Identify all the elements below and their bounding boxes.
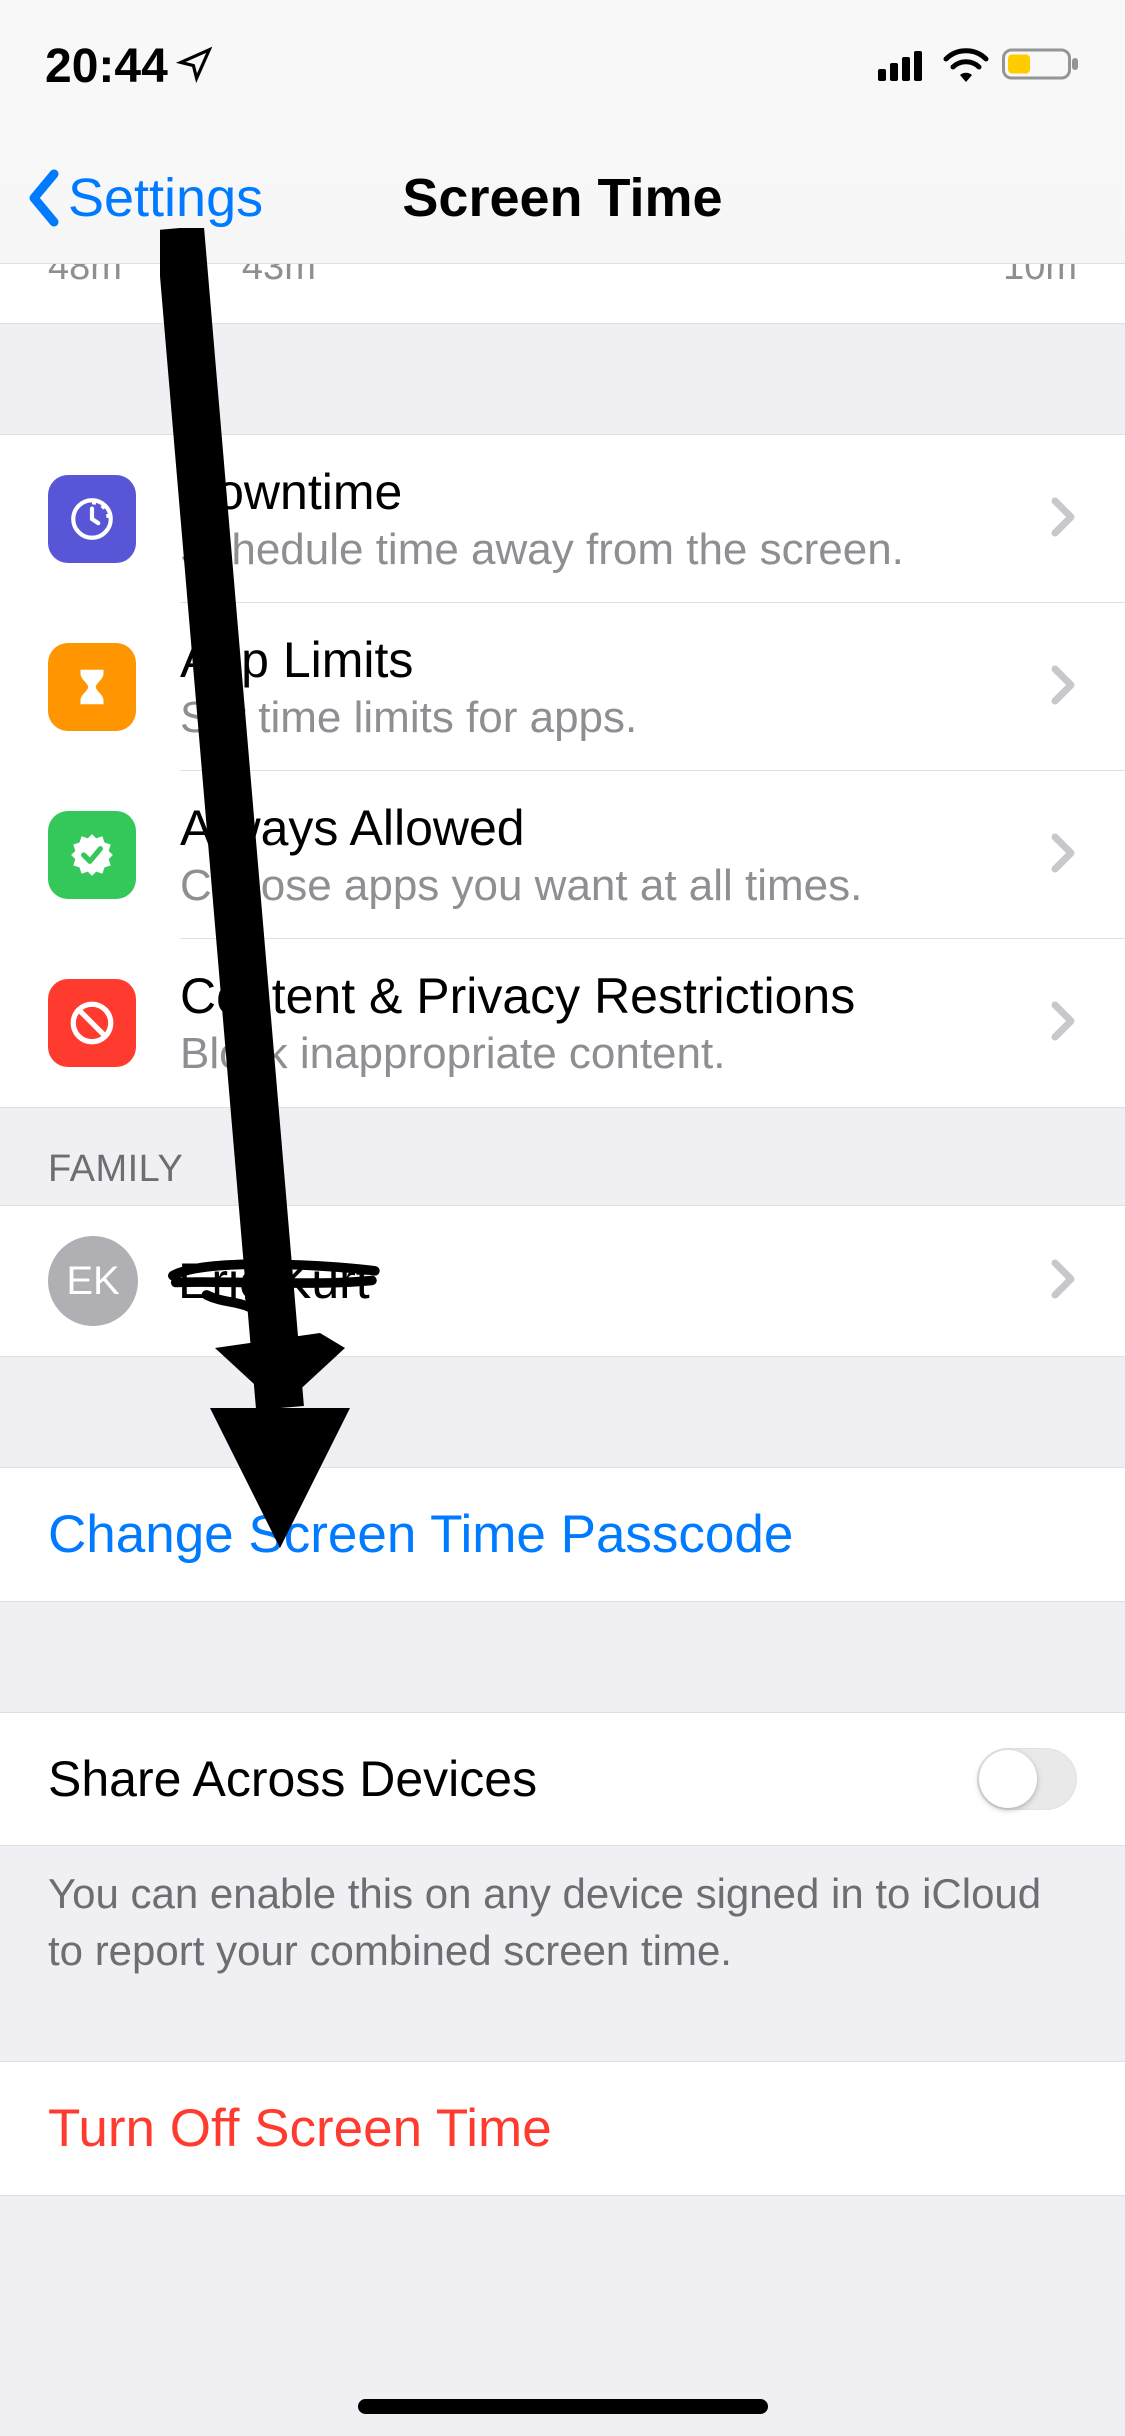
family-member-name-text: Eric Kurt <box>178 1253 370 1309</box>
turn-off-button[interactable]: Turn Off Screen Time <box>0 2061 1125 2196</box>
change-passcode-button[interactable]: Change Screen Time Passcode <box>0 1467 1125 1602</box>
status-time: 20:44 <box>45 39 168 94</box>
row-share-devices[interactable]: Share Across Devices <box>0 1713 1125 1845</box>
nav-bar: Settings Screen Time <box>0 132 1125 264</box>
toggle-knob <box>979 1750 1037 1808</box>
chevron-right-icon <box>1049 999 1077 1048</box>
share-title: Share Across Devices <box>48 1750 977 1808</box>
usage-val-2: 43m <box>242 264 316 289</box>
no-entry-icon <box>48 979 136 1067</box>
row-title: Always Allowed <box>180 799 1033 857</box>
status-bar: 20:44 <box>0 0 1125 132</box>
chevron-right-icon <box>1049 1257 1077 1306</box>
avatar: EK <box>48 1236 138 1326</box>
row-title: Content & Privacy Restrictions <box>180 967 1033 1025</box>
chevron-right-icon <box>1049 495 1077 544</box>
row-title: Downtime <box>180 463 1033 521</box>
row-sub: Block inappropriate content. <box>180 1029 1033 1079</box>
content-scroll[interactable]: 48m 43m 10m Downtime Schedule time away … <box>0 264 1125 2436</box>
share-toggle[interactable] <box>977 1748 1077 1810</box>
row-downtime[interactable]: Downtime Schedule time away from the scr… <box>0 435 1125 603</box>
location-icon <box>176 45 214 88</box>
chevron-right-icon <box>1049 831 1077 880</box>
battery-icon <box>1002 46 1080 87</box>
row-app-limits[interactable]: App Limits Set time limits for apps. <box>0 603 1125 771</box>
row-sub: Set time limits for apps. <box>180 693 1033 743</box>
share-footer: You can enable this on any device signed… <box>0 1846 1125 1999</box>
hourglass-icon <box>48 643 136 731</box>
row-family-member[interactable]: EK Eric Kurt <box>0 1206 1125 1356</box>
wifi-icon <box>942 46 990 87</box>
back-button[interactable]: Settings <box>24 167 263 229</box>
badge-check-icon <box>48 811 136 899</box>
usage-summary-row[interactable]: 48m 43m 10m <box>0 264 1125 324</box>
cellular-signal-icon <box>878 47 930 86</box>
family-header: FAMILY <box>0 1108 1125 1205</box>
usage-val-1: 48m <box>48 264 122 289</box>
usage-val-3: 10m <box>1003 264 1077 289</box>
family-member-name: Eric Kurt <box>178 1252 370 1310</box>
back-label: Settings <box>68 167 263 229</box>
row-title: App Limits <box>180 631 1033 689</box>
chevron-left-icon <box>24 168 64 228</box>
row-sub: Schedule time away from the screen. <box>180 525 1033 575</box>
page-title: Screen Time <box>402 167 722 229</box>
downtime-icon <box>48 475 136 563</box>
row-always-allowed[interactable]: Always Allowed Choose apps you want at a… <box>0 771 1125 939</box>
home-indicator[interactable] <box>358 2399 768 2414</box>
chevron-right-icon <box>1049 663 1077 712</box>
row-content-restrictions[interactable]: Content & Privacy Restrictions Block ina… <box>0 939 1125 1107</box>
row-sub: Choose apps you want at all times. <box>180 861 1033 911</box>
